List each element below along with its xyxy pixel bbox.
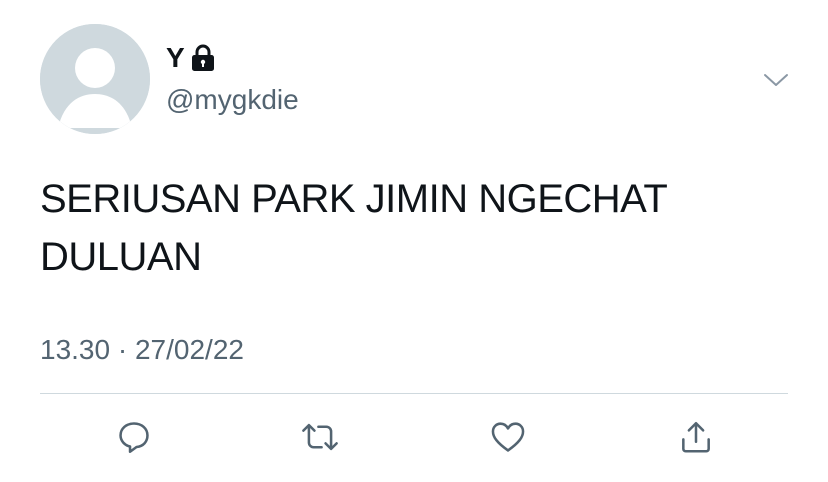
heart-icon [491,422,525,452]
action-bar [0,414,828,460]
tweet-text-line: SERIUSAN PARK JIMIN NGECHAT [40,177,668,221]
like-button[interactable] [485,414,531,460]
timestamp[interactable]: 13.30 · 27/02/22 [40,332,244,368]
chevron-down-icon[interactable] [762,66,790,94]
display-name[interactable]: Y [166,40,185,76]
share-button[interactable] [673,414,719,460]
tweet-date: 27/02/22 [134,334,244,365]
share-icon [682,421,710,453]
retweet-icon [302,423,338,451]
avatar[interactable] [40,24,150,134]
divider [40,393,788,394]
tweet-detail: Y @mygkdie SERIUSAN PARK JIMIN NGECHAT D… [0,0,828,482]
reply-button[interactable] [111,414,157,460]
author-name-row: Y [166,40,217,76]
default-avatar-icon [40,24,150,134]
timestamp-separator: · [117,334,128,365]
reply-icon [119,422,149,453]
lock-icon [191,44,214,71]
tweet-time: 13.30 [40,334,111,365]
tweet-text-line: DULUAN [40,235,202,279]
retweet-button[interactable] [297,414,343,460]
user-handle[interactable]: @mygkdie [166,82,299,118]
tweet-text: SERIUSAN PARK JIMIN NGECHAT DULUAN [40,170,780,286]
